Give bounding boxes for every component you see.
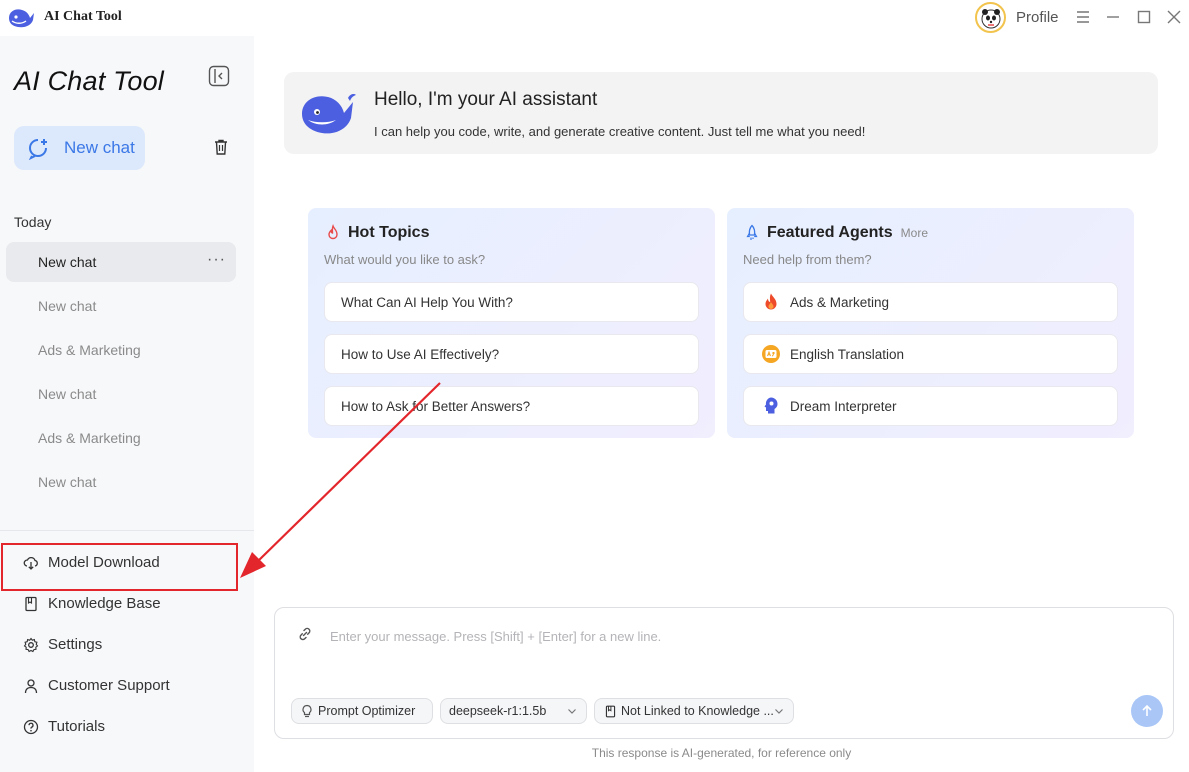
nav-label: Tutorials [48,718,105,735]
agent-label: English Translation [790,346,905,362]
greeting-subtitle: I can help you code, write, and generate… [374,124,866,139]
sidebar-brand: AI Chat Tool [14,66,164,96]
new-chat-label: New chat [64,138,135,157]
whale-mascot-icon [302,94,356,134]
hot-topic-label: How to Ask for Better Answers? [341,398,531,414]
history-item-label: Ads & Marketing [38,342,141,358]
prompt-optimizer-label: Prompt Optimizer [318,704,416,718]
featured-agents-subtitle: Need help from them? [743,252,872,267]
agent-item-ads-marketing[interactable]: Ads & Marketing [743,282,1118,322]
chevron-down-icon [775,709,783,714]
featured-agents-more-link[interactable]: More [901,226,928,240]
help-icon [22,718,40,736]
translate-icon [760,343,782,365]
history-item-label: New chat [38,386,97,402]
message-composer: Prompt Optimizer deepseek-r1:1.5b Not Li… [274,607,1174,739]
flame-icon [760,291,782,313]
history-item[interactable]: New chat ··· [6,242,236,282]
history-item-label: New chat [38,254,97,270]
menu-icon[interactable] [1074,8,1092,26]
book-icon [22,595,40,613]
hot-topics-subtitle: What would you like to ask? [324,252,486,267]
featured-agents-panel: Featured Agents More Need help from them… [727,208,1134,438]
nav-label: Settings [48,636,103,653]
gear-icon [22,636,40,654]
profile-avatar[interactable] [975,2,1006,33]
panda-avatar-icon [981,8,1000,28]
lightbulb-icon [300,704,314,718]
agent-item-english-translation[interactable]: English Translation [743,334,1118,374]
app-title: AI Chat Tool [44,9,122,24]
person-icon [22,677,40,695]
chevron-down-icon [568,709,576,714]
whale-logo-icon [9,9,34,28]
hot-topic-item[interactable]: How to Ask for Better Answers? [324,386,699,426]
featured-agents-header: Featured Agents More [743,224,928,242]
history-item-label: New chat [38,474,97,490]
book-icon [603,704,617,718]
nav-settings[interactable]: Settings [0,624,254,665]
history-item-label: New chat [38,298,97,314]
ai-disclaimer: This response is AI-generated, for refer… [591,746,852,760]
new-chat-icon [28,139,47,160]
hot-topics-panel: Hot Topics What would you like to ask? W… [308,208,715,438]
flame-outline-icon [328,224,338,240]
featured-agents-title: Featured Agents [767,224,893,241]
hot-topic-label: How to Use AI Effectively? [341,346,500,362]
greeting-title: Hello, I'm your AI assistant [374,89,598,110]
nav-customer-support[interactable]: Customer Support [0,665,254,706]
history-item[interactable]: New chat [6,462,236,502]
knowledge-base-select[interactable]: Not Linked to Knowledge ... [594,698,794,724]
agent-label: Dream Interpreter [790,398,897,414]
title-bar: AI Chat Tool Profile [0,0,1189,36]
trash-icon[interactable] [212,138,232,158]
history-item[interactable]: New chat [6,374,236,414]
agent-item-dream-interpreter[interactable]: Dream Interpreter [743,386,1118,426]
hot-topics-title: Hot Topics [348,224,430,241]
prompt-optimizer-button[interactable]: Prompt Optimizer [291,698,433,724]
link-icon[interactable] [297,626,315,644]
new-chat-button[interactable]: New chat [14,126,145,170]
agent-label: Ads & Marketing [790,294,890,310]
close-icon[interactable] [1165,8,1183,26]
minimize-icon[interactable] [1104,8,1122,26]
hot-topics-header: Hot Topics [324,224,429,242]
profile-label[interactable]: Profile [1016,9,1059,26]
chat-history-list: New chat ··· New chat Ads & Marketing Ne… [6,242,236,506]
nav-label: Knowledge Base [48,595,161,612]
history-section-label: Today [14,214,52,230]
sidebar: AI Chat Tool New chat Today New chat ···… [0,36,254,772]
message-input[interactable] [330,625,1110,647]
collapse-sidebar-icon[interactable] [208,65,230,87]
rocket-icon [746,224,758,240]
history-item[interactable]: Ads & Marketing [6,330,236,370]
model-select-value: deepseek-r1:1.5b [449,704,547,718]
send-button[interactable] [1131,695,1163,727]
sidebar-divider [0,530,254,531]
more-options-icon[interactable]: ··· [207,251,226,269]
assistant-greeting-card: Hello, I'm your AI assistant I can help … [284,72,1158,154]
hot-topic-label: What Can AI Help You With? [341,294,513,310]
arrow-up-icon [1142,704,1152,716]
nav-label: Customer Support [48,677,170,694]
nav-tutorials[interactable]: Tutorials [0,706,254,747]
history-item[interactable]: New chat [6,286,236,326]
hot-topic-item[interactable]: How to Use AI Effectively? [324,334,699,374]
model-select[interactable]: deepseek-r1:1.5b [440,698,587,724]
history-item-label: Ads & Marketing [38,430,141,446]
head-icon [760,395,782,417]
knowledge-base-highlight-box [1,543,238,591]
hot-topic-item[interactable]: What Can AI Help You With? [324,282,699,322]
maximize-icon[interactable] [1135,8,1153,26]
knowledge-base-select-value: Not Linked to Knowledge ... [621,704,774,718]
history-item[interactable]: Ads & Marketing [6,418,236,458]
